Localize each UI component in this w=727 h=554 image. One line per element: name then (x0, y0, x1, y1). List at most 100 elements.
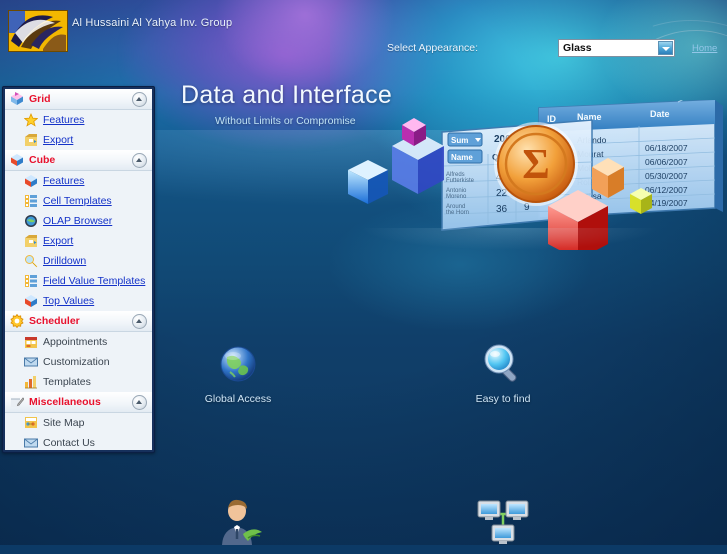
sidebar-item-label: OLAP Browser (43, 215, 113, 227)
cube-blue-icon (10, 153, 24, 167)
pencil-note-icon (10, 395, 25, 409)
template-list-icon (25, 275, 37, 287)
feature-global-access[interactable]: Global Access (197, 344, 279, 405)
sidebar-item-export[interactable]: Export (5, 130, 152, 150)
svg-text:Σ: Σ (522, 142, 549, 188)
cube-pink-icon (11, 92, 23, 105)
star-icon (23, 112, 39, 127)
sidebar-item-label: Features (43, 114, 85, 126)
support-person-icon (222, 499, 262, 545)
svg-text:Futterkiste: Futterkiste (446, 178, 475, 184)
svg-text:Moreno: Moreno (446, 194, 467, 200)
sidebar-group-title: Scheduler (29, 315, 80, 327)
template-list-icon (24, 194, 38, 208)
template-list-icon (25, 195, 37, 207)
magnifier-icon (24, 254, 38, 268)
calendar-icon (25, 337, 37, 348)
cube-blue-icon (25, 295, 37, 307)
sidebar-item-label: Templates (43, 376, 91, 388)
magnifier-icon (25, 255, 38, 268)
envelope-icon (24, 436, 38, 450)
cube-blue-icon (11, 154, 23, 166)
gear-orange-icon (10, 313, 24, 329)
sidebar-item-drilldown[interactable]: Drilldown (5, 251, 152, 271)
feature-easy-to-find[interactable]: Easy to find (462, 344, 544, 405)
globe-browser-icon (25, 215, 37, 227)
svg-text:36: 36 (496, 204, 508, 215)
chevron-up-circle-icon[interactable] (132, 92, 147, 107)
sitemap-icon (25, 417, 37, 428)
feature-support[interactable] (197, 498, 279, 554)
company-logo-swirl-icon (9, 11, 67, 51)
sidebar-group-title: Grid (29, 93, 51, 105)
sidebar-item-label: Field Value Templates (43, 275, 146, 287)
sidebar-item-label: Contact Us (43, 437, 95, 449)
export-box-icon (24, 234, 38, 248)
svg-text:Date: Date (650, 109, 670, 119)
sidebar-item-label: Drilldown (43, 255, 87, 267)
sidebar-item-label: Cell Templates (43, 195, 112, 207)
home-link[interactable]: Home (692, 43, 717, 54)
company-logo[interactable] (8, 10, 68, 52)
export-box-icon (24, 133, 38, 147)
template-list-icon (24, 274, 38, 288)
sidebar-item-export[interactable]: Export (5, 231, 152, 251)
export-box-icon (25, 134, 37, 146)
sidebar-item-templates[interactable]: Templates (5, 372, 152, 392)
sidebar-item-top-values[interactable]: Top Values (5, 291, 152, 311)
sidebar-group-header-cube[interactable]: Cube (5, 150, 152, 171)
svg-text:06/06/2007: 06/06/2007 (645, 157, 688, 167)
sidebar-item-site-map[interactable]: Site Map (5, 413, 152, 433)
sidebar-group-header-grid[interactable]: Grid (5, 89, 152, 110)
chevron-up-circle-icon[interactable] (132, 395, 147, 410)
chevron-up-circle-icon[interactable] (132, 153, 147, 168)
sidebar-item-label: Customization (43, 356, 110, 368)
feature-label: Global Access (204, 393, 272, 405)
svg-text:the Horn: the Horn (446, 210, 469, 216)
export-box-icon (25, 235, 37, 247)
hero-reflection (360, 228, 660, 250)
sidebar-item-label: Export (43, 134, 74, 146)
sidebar-item-label: Features (43, 175, 85, 187)
sitemap-icon (24, 416, 38, 430)
cube-blue-icon (24, 294, 38, 308)
page-header: Al Hussaini Al Yahya Inv. Group Select A… (0, 0, 727, 70)
sidebar-panel: Grid Features Export Cube Features Cell Templ… (5, 89, 152, 450)
svg-text:Name: Name (451, 153, 473, 162)
chevron-down-icon[interactable] (658, 41, 673, 55)
calendar-icon (24, 335, 38, 349)
chevron-up-circle-icon[interactable] (132, 314, 147, 329)
sidebar-group-header-scheduler[interactable]: Scheduler (5, 311, 152, 332)
svg-text:Sum: Sum (451, 136, 468, 145)
appearance-label: Select Appearance: (387, 42, 479, 54)
sidebar-item-contact-us[interactable]: Contact Us (5, 433, 152, 450)
sidebar-item-features[interactable]: Features (5, 171, 152, 191)
sidebar-item-olap-browser[interactable]: OLAP Browser (5, 211, 152, 231)
globe-icon (220, 346, 256, 382)
envelope-icon (24, 357, 38, 367)
chart-bar-icon (24, 375, 38, 389)
cube-blue-icon (24, 174, 38, 188)
sidebar-item-label: Appointments (43, 336, 108, 348)
svg-text:05/30/2007: 05/30/2007 (645, 171, 688, 181)
brand-title: Al Hussaini Al Yahya Inv. Group (72, 17, 233, 29)
chart-bar-icon (25, 376, 37, 389)
sidebar-item-customization[interactable]: Customization (5, 352, 152, 372)
sidebar-item-appointments[interactable]: Appointments (5, 332, 152, 352)
sidebar-item-cell-templates[interactable]: Cell Templates (5, 191, 152, 211)
svg-text:06/18/2007: 06/18/2007 (645, 143, 688, 153)
cube-blue-icon (25, 175, 37, 187)
feature-network[interactable] (462, 498, 544, 554)
sidebar-item-features[interactable]: Features (5, 110, 152, 130)
gear-orange-icon (10, 313, 24, 329)
cube-pink-icon (10, 92, 24, 106)
envelope-icon (24, 355, 38, 369)
envelope-icon (24, 438, 38, 448)
sidebar-item-field-value-templates[interactable]: Field Value Templates (5, 271, 152, 291)
sidebar-group-header-miscellaneous[interactable]: Miscellaneous (5, 392, 152, 413)
appearance-selected-value: Glass (563, 42, 592, 54)
appearance-select[interactable]: Glass (558, 39, 675, 57)
network-computers-icon (477, 500, 529, 544)
sidebar-group-title: Miscellaneous (29, 396, 101, 408)
sidebar-item-label: Site Map (43, 417, 85, 429)
